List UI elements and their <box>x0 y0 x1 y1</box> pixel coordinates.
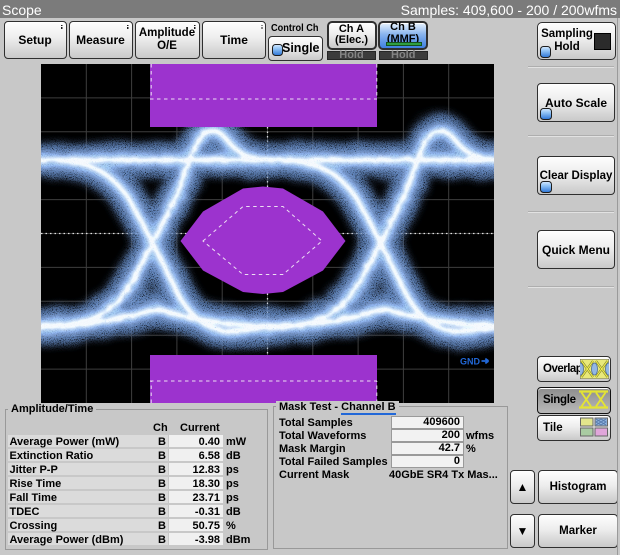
svg-text:GND: GND <box>460 357 481 367</box>
